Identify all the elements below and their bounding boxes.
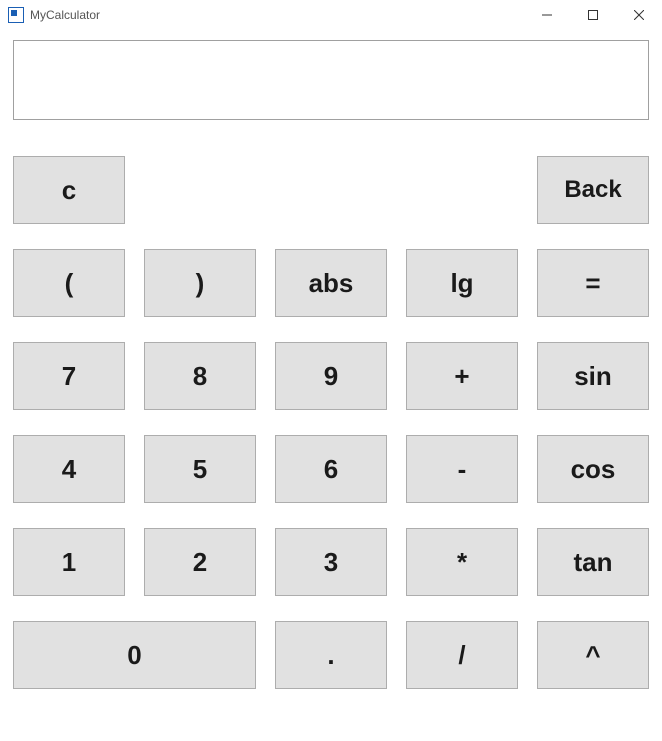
digit-9-button[interactable]: 9 [275, 342, 387, 410]
sin-button[interactable]: sin [537, 342, 649, 410]
abs-button[interactable]: abs [275, 249, 387, 317]
window-titlebar: MyCalculator [0, 0, 662, 30]
minus-button[interactable]: - [406, 435, 518, 503]
close-button[interactable] [616, 0, 662, 30]
digit-8-button[interactable]: 8 [144, 342, 256, 410]
app-icon [8, 7, 24, 23]
dot-button[interactable]: . [275, 621, 387, 689]
equals-button[interactable]: = [537, 249, 649, 317]
maximize-icon [588, 10, 598, 20]
digit-0-button[interactable]: 0 [13, 621, 256, 689]
button-grid: c Back ( ) abs lg = 7 8 9 + sin 4 5 6 - … [13, 156, 649, 689]
cos-button[interactable]: cos [537, 435, 649, 503]
digit-3-button[interactable]: 3 [275, 528, 387, 596]
minimize-icon [542, 10, 552, 20]
close-icon [634, 10, 644, 20]
digit-7-button[interactable]: 7 [13, 342, 125, 410]
digit-1-button[interactable]: 1 [13, 528, 125, 596]
divide-button[interactable]: / [406, 621, 518, 689]
digit-5-button[interactable]: 5 [144, 435, 256, 503]
maximize-button[interactable] [570, 0, 616, 30]
power-button[interactable]: ^ [537, 621, 649, 689]
rparen-button[interactable]: ) [144, 249, 256, 317]
digit-2-button[interactable]: 2 [144, 528, 256, 596]
minimize-button[interactable] [524, 0, 570, 30]
digit-4-button[interactable]: 4 [13, 435, 125, 503]
lg-button[interactable]: lg [406, 249, 518, 317]
clear-button[interactable]: c [13, 156, 125, 224]
back-button[interactable]: Back [537, 156, 649, 224]
client-area: c Back ( ) abs lg = 7 8 9 + sin 4 5 6 - … [0, 30, 662, 701]
lparen-button[interactable]: ( [13, 249, 125, 317]
digit-6-button[interactable]: 6 [275, 435, 387, 503]
multiply-button[interactable]: * [406, 528, 518, 596]
tan-button[interactable]: tan [537, 528, 649, 596]
calc-display[interactable] [13, 40, 649, 120]
plus-button[interactable]: + [406, 342, 518, 410]
window-title: MyCalculator [30, 8, 100, 22]
